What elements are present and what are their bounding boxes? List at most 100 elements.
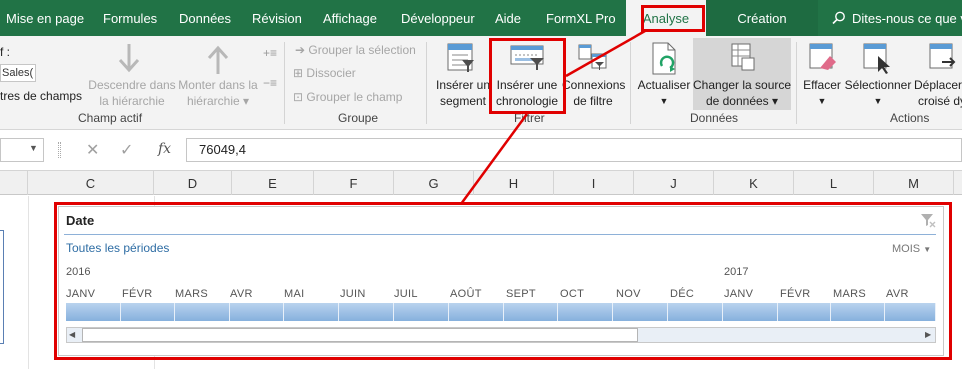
column-header-b[interactable] xyxy=(0,171,28,195)
month-bar[interactable] xyxy=(504,303,558,321)
month-label[interactable]: JUIL xyxy=(394,288,418,300)
month-label[interactable]: JUIN xyxy=(340,288,366,300)
formula-bar-grip[interactable] xyxy=(58,142,61,158)
chevron-down-icon: ▼ xyxy=(817,96,827,106)
tell-me-search[interactable]: Dites-nous ce que vo xyxy=(832,0,962,36)
month-label[interactable]: JANV xyxy=(66,288,95,300)
month-bar[interactable] xyxy=(613,303,668,321)
month-bar[interactable] xyxy=(284,303,339,321)
month-label[interactable]: AVR xyxy=(230,288,253,300)
enter-formula-icon[interactable]: ✓ xyxy=(120,140,133,160)
month-bar[interactable] xyxy=(831,303,885,321)
group-selection-button[interactable]: ➔ Grouper la sélection xyxy=(295,42,416,58)
scroll-right-icon[interactable]: ▶ xyxy=(925,330,931,339)
clear-filter-icon[interactable] xyxy=(920,212,936,228)
tab-revision[interactable]: Révision xyxy=(252,0,302,36)
tab-formxl-pro[interactable]: FormXL Pro xyxy=(546,0,616,36)
drill-up-line1: Monter dans la xyxy=(178,78,258,92)
scrollbar-thumb[interactable] xyxy=(82,328,638,342)
drill-up-button[interactable]: Monter dans la hiérarchie ▾ xyxy=(176,77,260,109)
month-label[interactable]: MARS xyxy=(175,288,208,300)
month-bar[interactable] xyxy=(558,303,613,321)
tab-analyse[interactable]: Analyse xyxy=(626,0,706,36)
month-bar[interactable] xyxy=(885,303,936,321)
pivot-table-edge[interactable] xyxy=(0,230,4,344)
tell-me-text: Dites-nous ce que vo xyxy=(852,11,962,26)
tab-creation[interactable]: Création xyxy=(706,0,818,36)
month-bar[interactable] xyxy=(121,303,175,321)
column-header[interactable]: E xyxy=(232,171,314,195)
move-pivot-icon xyxy=(929,43,956,69)
month-bar[interactable] xyxy=(668,303,723,321)
month-label[interactable]: OCT xyxy=(560,288,584,300)
month-label[interactable]: JANV xyxy=(724,288,753,300)
column-header[interactable]: M xyxy=(874,171,954,195)
tab-aide[interactable]: Aide xyxy=(495,0,521,36)
column-header[interactable]: H xyxy=(474,171,554,195)
group-field-label: Grouper le champ xyxy=(306,90,403,104)
drill-down-line1: Descendre dans xyxy=(88,78,176,92)
filter-connections-button[interactable]: Connexions de filtre xyxy=(562,77,625,109)
slicer-icon xyxy=(447,43,474,72)
month-label[interactable]: FÉVR xyxy=(780,288,811,300)
column-header[interactable]: J xyxy=(634,171,714,195)
expand-field-icon[interactable]: +≡ xyxy=(263,46,277,60)
scroll-left-icon[interactable]: ◀ xyxy=(69,330,75,339)
cancel-formula-icon[interactable]: ✕ xyxy=(86,140,99,160)
insert-timeline-line2: chronologie xyxy=(495,94,559,108)
month-label[interactable]: NOV xyxy=(616,288,641,300)
insert-slicer-button[interactable]: Insérer un segment xyxy=(434,77,492,109)
month-bar[interactable] xyxy=(778,303,831,321)
chevron-down-icon[interactable]: ▼ xyxy=(29,143,38,153)
drill-down-line2: la hiérarchie xyxy=(99,94,165,108)
insert-function-icon[interactable]: fx xyxy=(158,141,171,157)
group-selection-label: Grouper la sélection xyxy=(308,43,416,57)
column-header[interactable]: L xyxy=(794,171,874,195)
time-level-dropdown[interactable]: MOIS ▼ xyxy=(892,243,931,255)
month-label[interactable]: FÉVR xyxy=(122,288,153,300)
month-label[interactable]: AVR xyxy=(886,288,909,300)
change-source-label: Changer la source de données ▾ xyxy=(693,77,791,109)
refresh-icon xyxy=(652,42,676,75)
column-header[interactable]: D xyxy=(154,171,232,195)
field-settings-button[interactable]: tres de champs xyxy=(0,88,82,104)
tab-mise-en-page[interactable]: Mise en page xyxy=(6,0,84,36)
month-bar[interactable] xyxy=(723,303,778,321)
refresh-button[interactable]: Actualiser ▼ xyxy=(636,77,692,109)
select-button[interactable]: Sélectionner ▼ xyxy=(844,77,912,109)
month-bar[interactable] xyxy=(175,303,230,321)
month-bar[interactable] xyxy=(394,303,449,321)
month-label[interactable]: MARS xyxy=(833,288,866,300)
year-label: 2017 xyxy=(724,266,749,278)
column-header[interactable]: C xyxy=(28,171,154,195)
ungroup-button[interactable]: ⊞ Dissocier xyxy=(293,65,356,81)
tab-donnees[interactable]: Données xyxy=(179,0,231,36)
column-header[interactable]: F xyxy=(314,171,394,195)
month-bar[interactable] xyxy=(230,303,284,321)
active-field-input[interactable]: Sales( xyxy=(0,64,36,82)
group-field-button[interactable]: ⊡ Grouper le champ xyxy=(293,89,402,105)
group-separator xyxy=(426,42,427,124)
month-label[interactable]: AOÛT xyxy=(450,288,482,300)
month-label[interactable]: SEPT xyxy=(506,288,536,300)
drill-down-button[interactable]: Descendre dans la hiérarchie xyxy=(88,77,176,109)
clear-label: Effacer xyxy=(803,78,841,92)
column-header[interactable]: G xyxy=(394,171,474,195)
tab-formules[interactable]: Formules xyxy=(103,0,157,36)
month-bar[interactable] xyxy=(449,303,504,321)
ungroup-label: Dissocier xyxy=(306,66,356,80)
column-header[interactable]: I xyxy=(554,171,634,195)
month-label[interactable]: DÉC xyxy=(670,288,694,300)
insert-timeline-button[interactable]: Insérer une chronologie xyxy=(491,77,563,109)
tab-developpeur[interactable]: Développeur xyxy=(401,0,475,36)
move-pivot-button[interactable]: Déplacer croisé dy xyxy=(914,77,962,109)
tab-affichage[interactable]: Affichage xyxy=(323,0,377,36)
clear-button[interactable]: Effacer ▼ xyxy=(800,77,844,109)
formula-input[interactable]: 76049,4 xyxy=(186,138,962,162)
name-box[interactable]: ▼ xyxy=(0,138,44,162)
month-bar[interactable] xyxy=(339,303,394,321)
column-header[interactable]: K xyxy=(714,171,794,195)
collapse-field-icon[interactable]: −≡ xyxy=(263,76,277,90)
month-label[interactable]: MAI xyxy=(284,288,304,300)
month-bar[interactable] xyxy=(66,303,121,321)
